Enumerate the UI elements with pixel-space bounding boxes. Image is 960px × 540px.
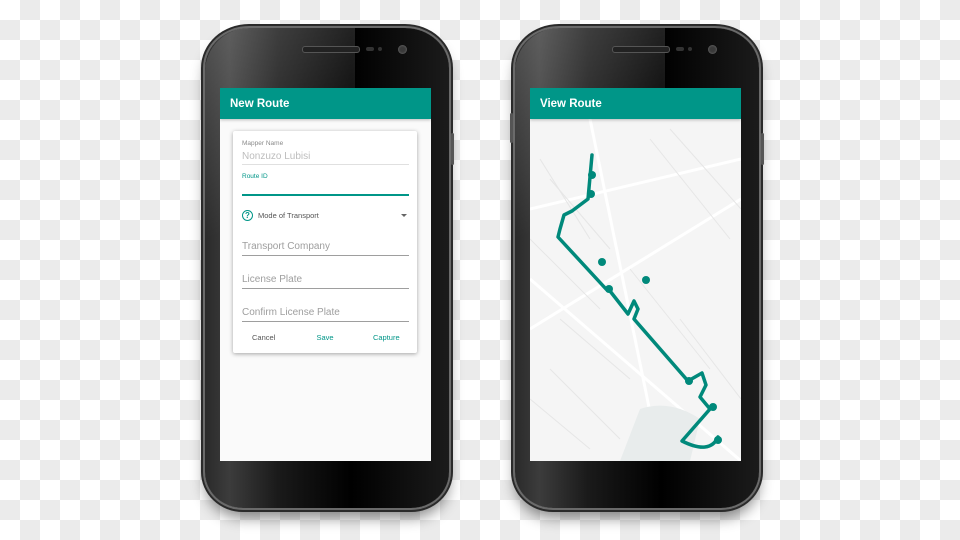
front-camera	[708, 45, 717, 54]
route-form-card: Mapper Name Nonzuzo Lubisi Route ID ? Mo…	[233, 131, 417, 353]
mode-of-transport-label: Mode of Transport	[258, 211, 319, 220]
transport-company-placeholder: Transport Company	[242, 241, 330, 252]
front-camera	[398, 45, 407, 54]
earpiece-speaker	[612, 46, 670, 53]
form-actions: Cancel Save Capture	[233, 333, 417, 342]
waypoint-marker[interactable]	[605, 285, 613, 293]
phone-left: New Route Mapper Name Nonzuzo Lubisi Rou…	[205, 28, 454, 508]
proximity-sensor	[676, 47, 684, 51]
phone-right: View Route	[510, 28, 764, 508]
route-id-field[interactable]: Route ID	[242, 173, 409, 196]
license-plate-placeholder: License Plate	[242, 274, 303, 285]
dropdown-caret-icon	[401, 214, 407, 217]
waypoint-marker[interactable]	[587, 190, 595, 198]
confirm-license-plate-placeholder: Confirm License Plate	[242, 307, 340, 318]
route-map[interactable]	[530, 118, 741, 461]
power-button	[761, 133, 764, 165]
waypoint-marker[interactable]	[709, 403, 717, 411]
route-id-input[interactable]	[242, 180, 409, 194]
map-canvas	[530, 118, 741, 461]
capture-button[interactable]: Capture	[356, 333, 417, 342]
new-route-screen: New Route Mapper Name Nonzuzo Lubisi Rou…	[220, 88, 431, 461]
mapper-name-label: Mapper Name	[242, 140, 284, 147]
route-markers	[587, 171, 722, 444]
transport-company-field[interactable]: Transport Company	[242, 241, 409, 256]
cancel-button[interactable]: Cancel	[233, 333, 294, 342]
confirm-license-plate-field[interactable]: Confirm License Plate	[242, 307, 409, 322]
earpiece-speaker	[302, 46, 360, 53]
waypoint-marker[interactable]	[642, 276, 650, 284]
waypoint-marker[interactable]	[588, 171, 596, 179]
app-bar: New Route	[220, 88, 431, 119]
mode-of-transport-select[interactable]: ? Mode of Transport	[242, 210, 407, 221]
map-streets	[530, 128, 741, 450]
license-plate-field[interactable]: License Plate	[242, 274, 409, 289]
waypoint-marker[interactable]	[714, 436, 722, 444]
app-bar: View Route	[530, 88, 741, 119]
help-circle-icon: ?	[242, 210, 253, 221]
proximity-sensor	[366, 47, 374, 51]
save-button[interactable]: Save	[294, 333, 355, 342]
mapper-name-value: Nonzuzo Lubisi	[242, 151, 311, 162]
route-id-label: Route ID	[242, 173, 268, 180]
page-title: New Route	[230, 97, 290, 110]
light-sensor	[378, 47, 382, 51]
view-route-screen: View Route	[530, 88, 741, 461]
volume-button	[510, 113, 513, 143]
power-button	[451, 133, 454, 165]
page-title: View Route	[540, 97, 602, 110]
waypoint-marker[interactable]	[685, 377, 693, 385]
mapper-name-field[interactable]: Mapper Name Nonzuzo Lubisi	[242, 140, 409, 165]
route-polyline	[556, 153, 720, 449]
waypoint-marker[interactable]	[598, 258, 606, 266]
light-sensor	[688, 47, 692, 51]
